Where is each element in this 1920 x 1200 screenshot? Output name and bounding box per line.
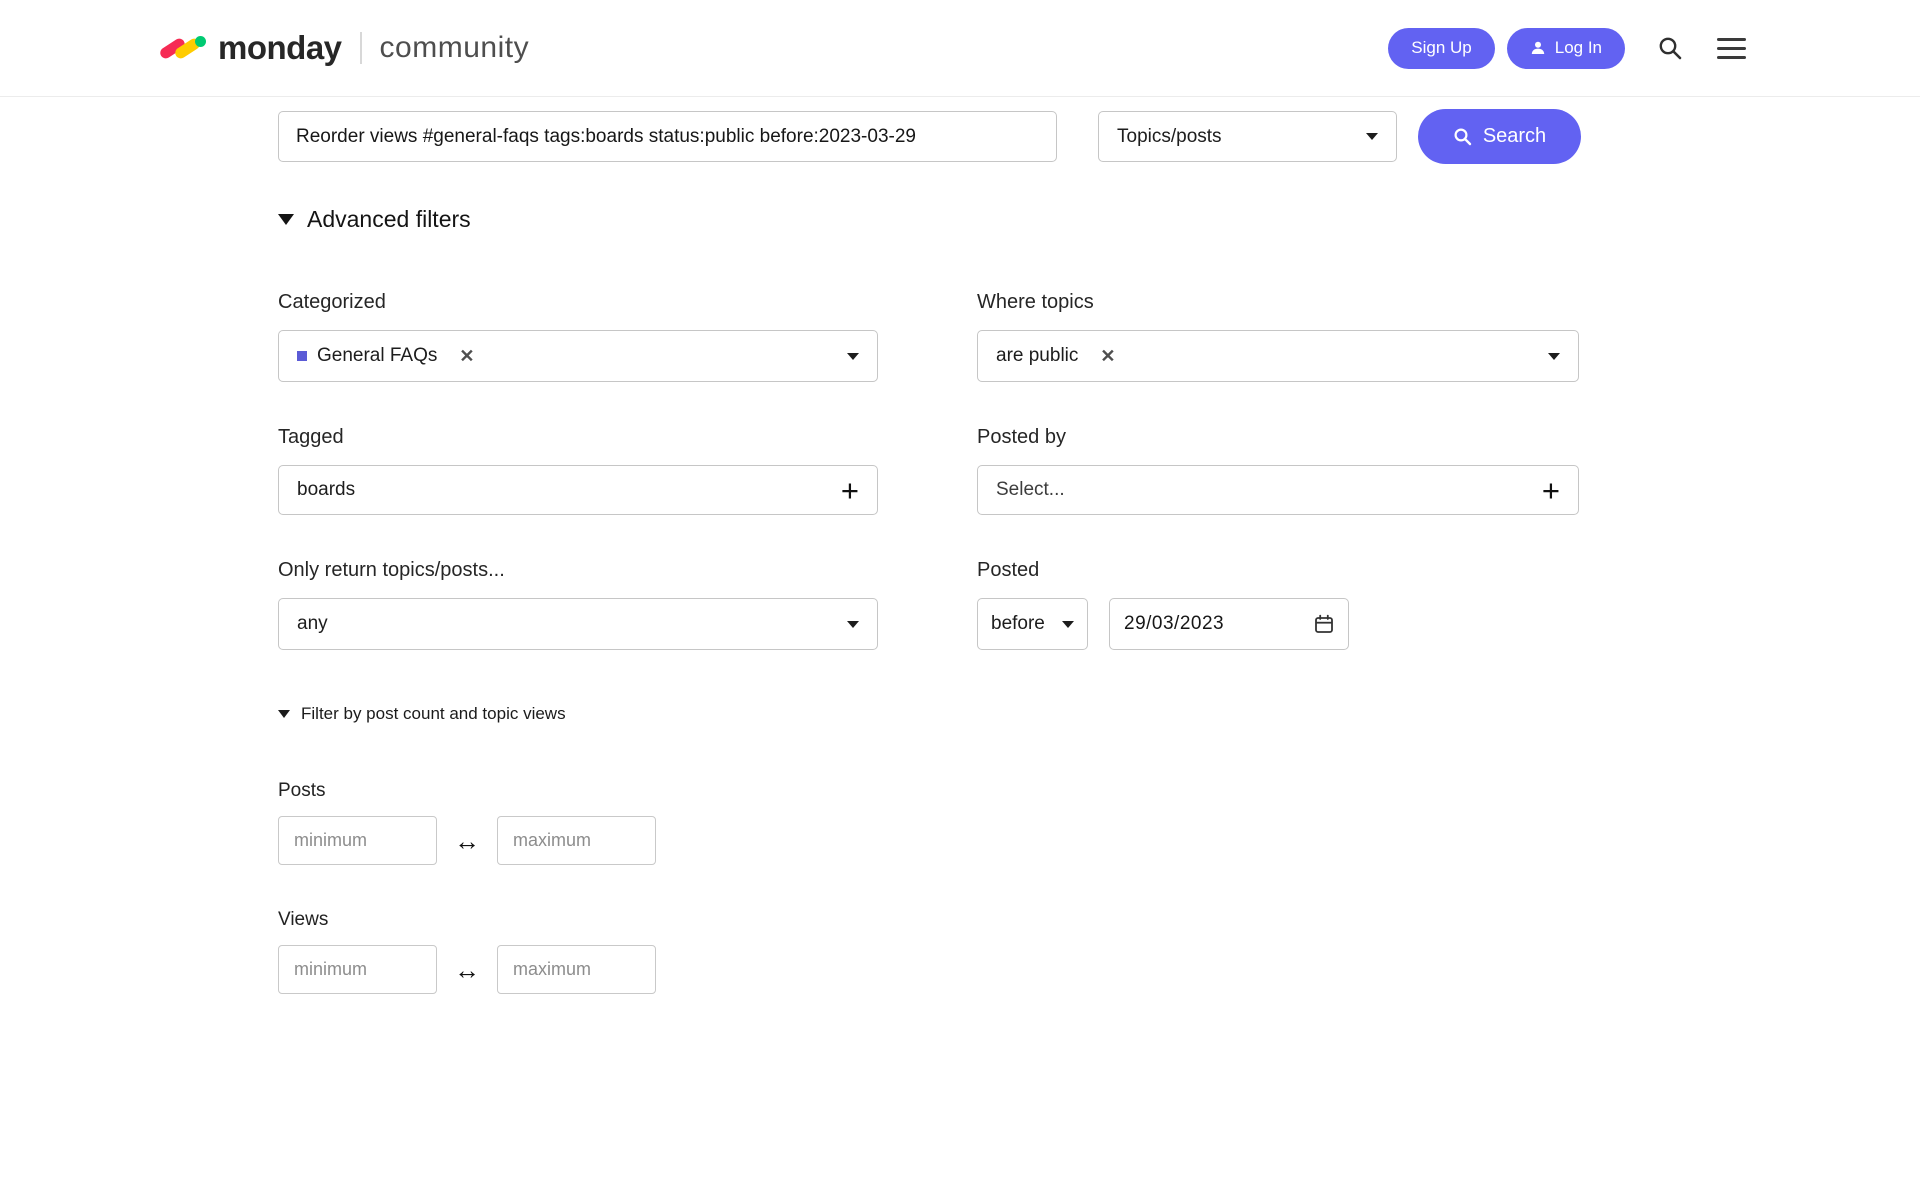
header-search-button[interactable] [1653,31,1687,65]
categorized-select[interactable]: General FAQs ✕ [278,330,878,382]
advanced-filters-toggle[interactable]: Advanced filters [278,206,1920,233]
tagged-input[interactable]: boards + [278,465,878,515]
search-row: Topics/posts Search [278,109,1920,164]
add-tag-icon[interactable]: + [841,475,859,506]
search-type-select[interactable]: Topics/posts [1098,111,1397,162]
only-return-select[interactable]: any [278,598,878,650]
posts-min-input[interactable] [278,816,437,865]
sign-up-button[interactable]: Sign Up [1388,27,1495,69]
chevron-down-icon [1366,133,1378,140]
categorized-group: Categorized General FAQs ✕ [278,291,878,382]
posted-date-input[interactable]: 29/03/2023 [1109,598,1349,650]
search-button-icon [1453,127,1472,146]
log-in-button[interactable]: Log In [1506,27,1625,69]
calendar-icon [1314,614,1334,634]
user-icon [1530,40,1546,56]
triangle-down-icon [278,214,294,225]
posted-row: before 29/03/2023 [977,598,1579,650]
posted-by-value: Select... [996,479,1065,500]
triangle-down-icon [278,710,290,718]
tagged-label: Tagged [278,426,344,448]
add-user-icon[interactable]: + [1542,475,1560,506]
header: monday community Sign Up Log In [0,0,1920,97]
left-right-arrow-icon: ↔ [454,954,480,985]
search-type-value: Topics/posts [1117,125,1222,147]
posted-by-label: Posted by [977,426,1066,448]
brand-name: monday [218,29,342,66]
search-query-input[interactable] [278,111,1057,162]
where-topics-group: Where topics are public ✕ [977,291,1579,382]
views-range-row: ↔ [278,945,1920,994]
menu-button[interactable] [1713,34,1750,63]
views-min-input[interactable] [278,945,437,994]
search-page: Topics/posts Search Advanced filters Cat… [0,97,1920,994]
search-button[interactable]: Search [1418,109,1581,164]
chevron-down-icon [1548,352,1560,360]
views-max-input[interactable] [497,945,656,994]
posted-condition-select[interactable]: before [977,598,1088,650]
left-right-arrow-icon: ↔ [454,825,480,856]
hamburger-icon [1717,37,1746,59]
categorized-label: Categorized [278,291,386,313]
posted-condition-value: before [991,613,1045,634]
count-filter-toggle[interactable]: Filter by post count and topic views [278,704,1920,724]
advanced-filters-title: Advanced filters [307,206,471,232]
posts-max-input[interactable] [497,816,656,865]
posts-label: Posts [278,780,326,801]
remove-category-icon[interactable]: ✕ [459,347,474,365]
brand-divider [359,32,362,64]
where-topics-label: Where topics [977,291,1094,313]
views-label: Views [278,909,329,930]
log-in-label: Log In [1554,38,1602,57]
category-chip-label: General FAQs [317,345,438,366]
posted-label: Posted [977,559,1040,581]
chevron-down-icon [847,352,859,360]
only-return-label: Only return topics/posts... [278,559,505,581]
where-chip: are public ✕ [996,345,1115,367]
brand[interactable]: monday community [158,29,529,67]
tagged-value: boards [297,479,356,500]
where-chip-label: are public [996,345,1079,366]
where-topics-select[interactable]: are public ✕ [977,330,1579,382]
chevron-down-icon [847,620,859,628]
remove-where-icon[interactable]: ✕ [1100,347,1115,365]
search-button-label: Search [1482,125,1547,147]
posted-date-value: 29/03/2023 [1124,613,1225,634]
posted-group: Posted before 29/03/2023 [977,559,1579,650]
brand-community: community [379,31,530,64]
sign-up-label: Sign Up [1411,38,1472,57]
only-return-group: Only return topics/posts... any [278,559,878,650]
category-color-square [297,351,307,361]
header-actions: Sign Up Log In [1388,27,1750,69]
filters-grid: Categorized General FAQs ✕ Where topics … [278,291,1920,650]
chevron-down-icon [1062,620,1074,628]
posted-by-group: Posted by Select... + [977,426,1579,515]
only-return-value: any [297,613,328,634]
category-chip: General FAQs ✕ [297,345,474,367]
posted-by-input[interactable]: Select... + [977,465,1579,515]
search-icon [1657,35,1683,61]
posts-range-row: ↔ [278,816,1920,865]
monday-logo-icon [158,32,206,64]
count-filter-title: Filter by post count and topic views [301,704,566,723]
tagged-group: Tagged boards + [278,426,878,515]
